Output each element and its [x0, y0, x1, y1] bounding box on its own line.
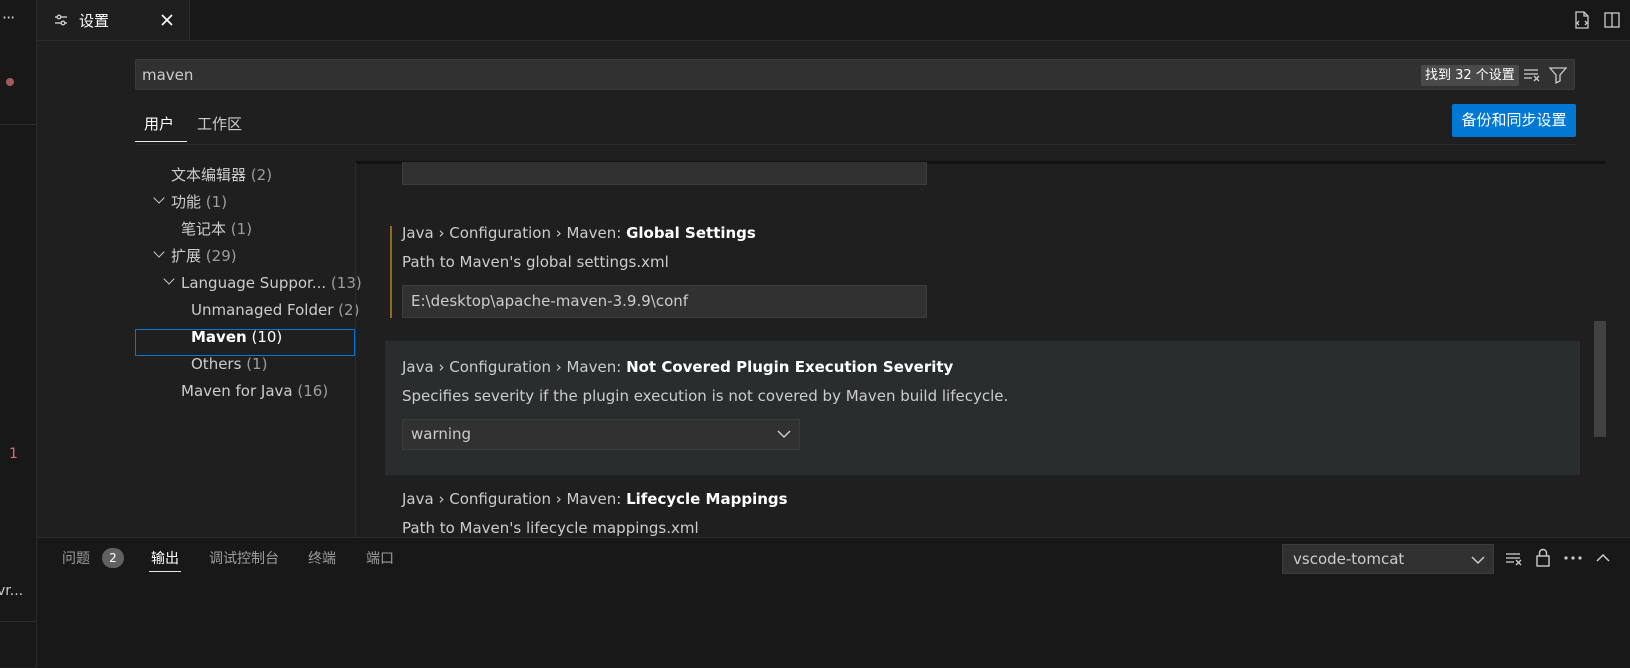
panel-tab-ports[interactable]: 端口 [366, 548, 394, 568]
bottom-panel: 问题 2 输出 调试控制台 终端 端口 vscode-tomcat [37, 537, 1630, 668]
scrollbar-thumb[interactable] [1594, 321, 1606, 437]
setting-description: Path to Maven's lifecycle mappings.xml [402, 519, 699, 536]
chevron-down-icon[interactable] [163, 273, 175, 285]
toc-item-others[interactable]: Others (1) [191, 353, 267, 375]
chevron-up-icon[interactable] [1595, 550, 1611, 566]
setting-title-global-settings: Java › Configuration › Maven: Global Set… [402, 224, 756, 242]
chevron-down-icon [777, 429, 791, 439]
toc-selection-outline [135, 329, 355, 356]
panel-tab-debug-console[interactable]: 调试控制台 [209, 548, 279, 568]
previous-setting-input[interactable] [402, 162, 927, 185]
problems-count-badge: 2 [102, 548, 124, 568]
close-icon[interactable] [159, 12, 175, 28]
error-count: 1 [9, 446, 18, 462]
settings-search: 找到 32 个设置 [135, 59, 1575, 90]
filter-icon[interactable] [1548, 65, 1568, 85]
activity-strip: ··· 1 vr... [0, 0, 37, 667]
output-channel-select[interactable]: vscode-tomcat [1282, 544, 1494, 574]
search-input[interactable] [142, 64, 1342, 86]
more-actions-icon[interactable]: ··· [2, 8, 15, 27]
panel-tab-output[interactable]: 输出 [151, 548, 179, 568]
active-tab-underline [135, 141, 187, 142]
toc-item-features[interactable]: 功能 (1) [171, 191, 227, 213]
more-icon[interactable] [1562, 550, 1584, 566]
setting-title-not-covered-severity: Java › Configuration › Maven: Not Covere… [402, 358, 954, 376]
settings-sliders-icon [53, 12, 69, 28]
open-json-icon[interactable] [1573, 10, 1591, 30]
toc-item-extensions[interactable]: 扩展 (29) [171, 245, 237, 267]
chevron-down-icon[interactable] [153, 246, 165, 258]
clear-output-icon[interactable] [1504, 550, 1524, 568]
modified-dot-icon [6, 78, 14, 86]
tab-workspace[interactable]: 工作区 [197, 110, 242, 144]
toc-divider [355, 162, 356, 537]
tab-user[interactable]: 用户 [144, 110, 174, 144]
toc-item-unmanaged-folder[interactable]: Unmanaged Folder (2) [191, 299, 359, 321]
global-settings-input[interactable]: E:\desktop\apache-maven-3.9.9\conf [402, 285, 927, 318]
tab-settings[interactable]: 设置 [37, 0, 190, 40]
modified-indicator [390, 226, 392, 318]
editor-tab-bar: 设置 [37, 0, 1630, 41]
chevron-down-icon [1471, 555, 1485, 565]
backup-sync-button[interactable]: 备份和同步设置 [1452, 104, 1576, 137]
result-count-badge: 找到 32 个设置 [1421, 65, 1519, 86]
setting-description: Specifies severity if the plugin executi… [402, 387, 1009, 405]
toc-item-notebook[interactable]: 笔记本 (1) [181, 218, 252, 240]
split-editor-icon[interactable] [1603, 11, 1621, 29]
toc-item-language-support[interactable]: Language Suppor... (13) [181, 272, 362, 294]
severity-select[interactable]: warning [402, 419, 800, 450]
toc-item-maven-for-java[interactable]: Maven for Java (16) [181, 380, 328, 402]
setting-title-lifecycle-mappings: Java › Configuration › Maven: Lifecycle … [402, 490, 788, 508]
toc-item-text-editor[interactable]: 文本编辑器 (2) [171, 164, 272, 186]
setting-description: Path to Maven's global settings.xml [402, 253, 669, 271]
panel-tab-problems[interactable]: 问题 [62, 548, 90, 568]
truncated-label[interactable]: vr... [0, 583, 23, 599]
panel-tab-terminal[interactable]: 终端 [308, 548, 336, 568]
chevron-down-icon[interactable] [153, 192, 165, 204]
clear-filter-icon[interactable] [1522, 66, 1542, 84]
lock-icon[interactable] [1535, 548, 1551, 568]
scope-divider [135, 144, 1575, 145]
tab-label: 设置 [79, 11, 110, 30]
active-panel-tab-underline [149, 571, 181, 572]
